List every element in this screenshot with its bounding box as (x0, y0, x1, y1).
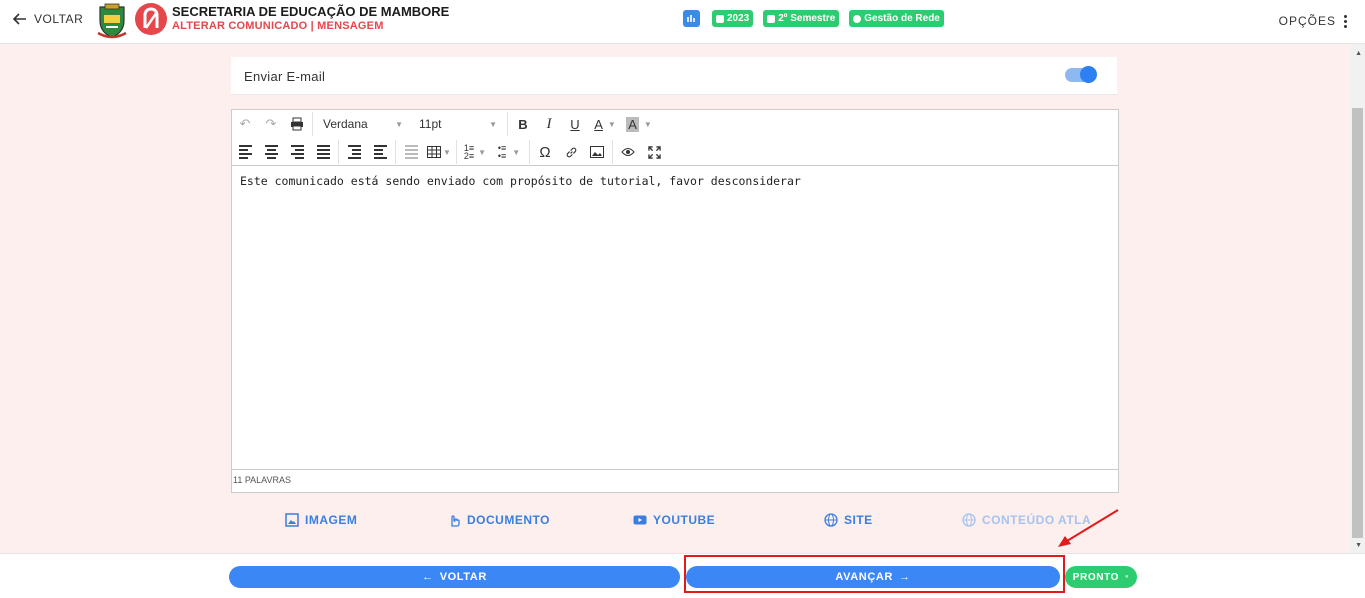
semester-chip-label: 2º Semestre (778, 13, 836, 24)
font-family-select[interactable]: Verdana ▼ (315, 112, 411, 136)
fullscreen-icon[interactable] (641, 140, 667, 164)
bullet-list-icon[interactable]: •≡ •≡ ▼ (491, 140, 527, 164)
organization-title: SECRETARIA DE EDUCAÇÃO DE MAMBORE (172, 4, 450, 19)
dot-icon: ● (1124, 574, 1130, 580)
link-icon[interactable] (558, 140, 584, 164)
hand-pointer-icon (451, 515, 460, 527)
caret-down-icon: ▼ (489, 119, 497, 129)
toolbar-divider (338, 140, 339, 164)
back-button-label: VOLTAR (439, 571, 487, 583)
top-bar: VOLTAR SECRETARIA DE EDUCAÇÃO DE MAMBORE… (0, 0, 1365, 44)
editor-content-area[interactable]: Este comunicado está sendo enviado com p… (232, 166, 1118, 470)
align-justify-icon[interactable] (310, 140, 336, 164)
outdent-icon[interactable] (367, 140, 393, 164)
network-chip-label: Gestão de Rede (864, 13, 940, 24)
semester-chip[interactable]: 2º Semestre (763, 10, 840, 27)
year-chip-label: 2023 (727, 13, 750, 24)
context-chips: 2023 2º Semestre Gestão de Rede (712, 10, 944, 27)
attach-document-label: DOCUMENTO (467, 513, 550, 527)
municipal-crest-logo (97, 3, 127, 39)
network-chip[interactable]: Gestão de Rede (849, 10, 944, 27)
toolbar-row-1: ↶ ↷ Verdana ▼ 11pt ▼ B I U A ▼ A ▼ (232, 110, 656, 138)
check-circle-icon (853, 14, 862, 23)
options-label: OPÇÕES (1278, 14, 1336, 28)
send-email-row: Enviar E-mail (231, 57, 1117, 95)
attach-document-button[interactable]: DOCUMENTO (447, 513, 550, 527)
attach-site-button[interactable]: SITE (824, 513, 873, 527)
italic-icon[interactable]: I (536, 112, 562, 136)
calendar-icon (716, 14, 724, 23)
attach-image-button[interactable]: IMAGEM (285, 513, 357, 527)
top-back-button[interactable]: VOLTAR (12, 11, 83, 27)
youtube-icon (633, 515, 647, 525)
align-right-icon[interactable] (284, 140, 310, 164)
toolbar-divider (312, 112, 313, 136)
preview-eye-icon[interactable] (615, 140, 641, 164)
image-icon (285, 513, 299, 527)
options-menu-button[interactable]: OPÇÕES (1279, 14, 1347, 28)
indent-icon[interactable] (341, 140, 367, 164)
align-left-icon[interactable] (232, 140, 258, 164)
globe-icon (824, 513, 838, 527)
insert-image-icon[interactable] (584, 140, 610, 164)
font-size-value: 11pt (419, 117, 442, 131)
print-icon[interactable] (284, 112, 310, 136)
numbered-list-icon[interactable]: 1≡ 2≡ ▼ (459, 140, 491, 164)
table-icon[interactable]: ▼ (424, 140, 454, 164)
text-color-icon[interactable]: A ▼ (588, 112, 622, 136)
toolbar-divider (395, 140, 396, 164)
attach-site-label: SITE (844, 513, 873, 527)
toolbar-divider (529, 140, 530, 164)
done-button-label: PRONTO (1072, 571, 1119, 583)
bold-icon[interactable]: B (510, 112, 536, 136)
bar-chart-icon[interactable] (683, 10, 700, 27)
undo-icon[interactable]: ↶ (232, 112, 258, 136)
back-button[interactable]: ← VOLTAR (229, 566, 680, 588)
align-center-icon[interactable] (258, 140, 284, 164)
editor-toolbar: ↶ ↷ Verdana ▼ 11pt ▼ B I U A ▼ A ▼ ▼ 1≡ … (232, 110, 1118, 166)
page-subtitle: ALTERAR COMUNICADO | MENSAGEM (172, 20, 384, 32)
toolbar-divider (456, 140, 457, 164)
globe-icon (962, 513, 976, 527)
redo-icon[interactable]: ↷ (258, 112, 284, 136)
header-titles: SECRETARIA DE EDUCAÇÃO DE MAMBORE ALTERA… (172, 5, 449, 33)
attach-youtube-label: YOUTUBE (653, 513, 716, 527)
send-email-toggle[interactable] (1065, 66, 1097, 83)
toolbar-divider (612, 140, 613, 164)
highlight-color-icon[interactable]: A ▼ (622, 112, 656, 136)
annotation-highlight-box (684, 555, 1065, 593)
more-vert-icon (1344, 14, 1347, 28)
toolbar-divider (507, 112, 508, 136)
scroll-down-icon[interactable]: ▼ (1355, 542, 1362, 549)
attach-image-label: IMAGEM (305, 513, 358, 527)
font-family-value: Verdana (323, 117, 368, 131)
arrow-left-icon: ← (422, 571, 434, 583)
send-email-label: Enviar E-mail (244, 69, 326, 84)
done-button[interactable]: PRONTO ● (1065, 566, 1137, 588)
toggle-knob (1080, 66, 1097, 83)
rich-text-editor: ↶ ↷ Verdana ▼ 11pt ▼ B I U A ▼ A ▼ ▼ 1≡ … (231, 109, 1119, 493)
scrollbar-thumb[interactable] (1352, 108, 1363, 538)
blockquote-icon[interactable] (398, 140, 424, 164)
arrow-left-icon (12, 13, 26, 25)
footer-actions: ← VOLTAR AVANÇAR → PRONTO ● (0, 553, 1365, 598)
special-character-icon[interactable]: Ω (532, 140, 558, 164)
top-back-label: VOLTAR (34, 12, 84, 26)
word-count: 11 PALAVRAS (233, 475, 292, 485)
underline-icon[interactable]: U (562, 112, 588, 136)
brand-logo (135, 3, 167, 35)
caret-down-icon: ▼ (395, 119, 403, 129)
font-size-select[interactable]: 11pt ▼ (411, 112, 505, 136)
calendar-icon (767, 14, 776, 23)
year-chip[interactable]: 2023 (712, 10, 754, 27)
attach-youtube-button[interactable]: YOUTUBE (633, 513, 715, 527)
scroll-up-icon[interactable]: ▲ (1355, 50, 1362, 57)
annotation-arrow-icon (1058, 509, 1119, 547)
toolbar-row-2: ▼ 1≡ 2≡ ▼ •≡ •≡ ▼ Ω (232, 138, 667, 166)
